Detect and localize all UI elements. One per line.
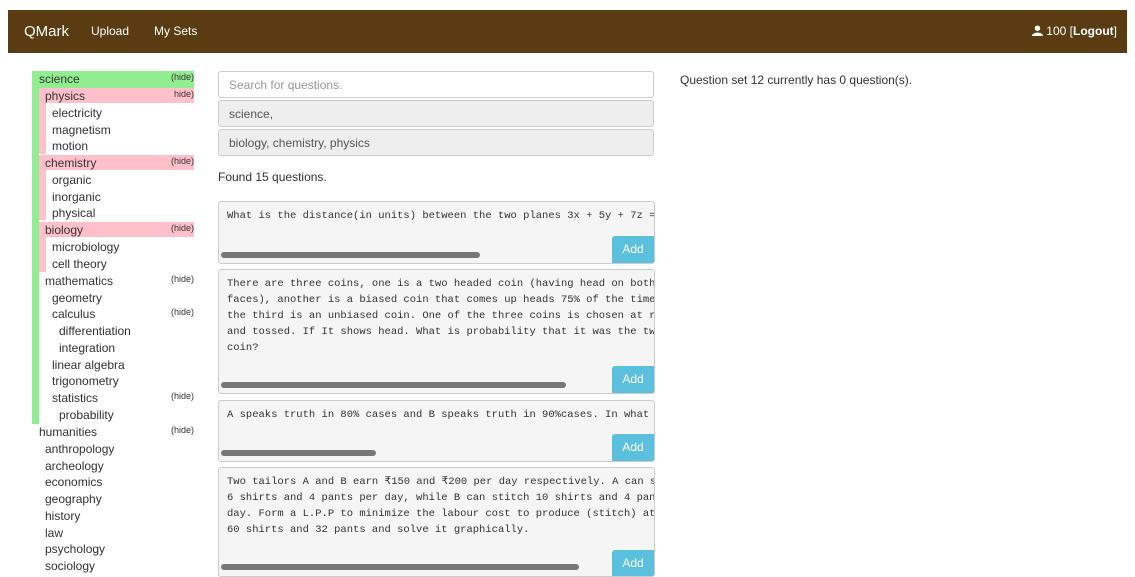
selected-tags-box[interactable]: science, <box>218 100 654 127</box>
tree-item-inorganic[interactable]: inorganic <box>52 189 101 206</box>
question-text: What is the distance(in units) between t… <box>227 210 655 222</box>
chemistry-left-bar <box>39 170 46 220</box>
hide-calculus-link[interactable]: (hide) <box>171 306 194 318</box>
tree-item-calculus[interactable]: calculus <box>52 306 95 323</box>
user-points: 100 <box>1046 24 1067 38</box>
add-question-button[interactable]: Add <box>612 434 654 461</box>
hide-mathematics-link[interactable]: (hide) <box>171 273 194 285</box>
user-icon <box>1032 25 1044 36</box>
tree-item-physical[interactable]: physical <box>52 205 95 222</box>
tree-item-biology[interactable]: biology <box>45 222 83 239</box>
hide-humanities-link[interactable]: (hide) <box>171 424 194 436</box>
user-area: 100 [Logout] <box>1032 24 1117 38</box>
tree-item-microbiology[interactable]: microbiology <box>52 239 119 256</box>
hide-chemistry-link[interactable]: (hide) <box>171 155 194 167</box>
add-question-button[interactable]: Add <box>612 236 654 263</box>
tree-item-physics[interactable]: physics <box>45 88 85 105</box>
tree-item-chemistry[interactable]: chemistry <box>45 155 96 172</box>
tree-item-probability[interactable]: probability <box>59 407 114 424</box>
question-text: There are three coins, one is a two head… <box>227 278 655 354</box>
add-question-button[interactable]: Add <box>612 550 654 576</box>
tree-item-magnetism[interactable]: magnetism <box>52 122 111 139</box>
logout-link[interactable]: Logout <box>1073 24 1114 38</box>
question-card: There are three coins, one is a two head… <box>218 269 655 394</box>
science-left-bar <box>32 88 39 424</box>
tree-item-economics[interactable]: economics <box>45 474 102 491</box>
tree-item-psychology[interactable]: psychology <box>45 541 105 558</box>
subtopic-tags-box[interactable]: biology, chemistry, physics <box>218 129 654 156</box>
tree-item-trigonometry[interactable]: trigonometry <box>52 373 119 390</box>
tree-item-mathematics[interactable]: mathematics <box>45 273 113 290</box>
hide-science-link[interactable]: (hide) <box>171 71 194 83</box>
tree-item-history[interactable]: history <box>45 508 80 525</box>
biology-left-bar <box>39 237 46 272</box>
tree-item-linear-algebra[interactable]: linear algebra <box>52 357 125 374</box>
hide-physics-link[interactable]: hide) <box>174 88 194 100</box>
tree-item-geography[interactable]: geography <box>45 491 102 508</box>
category-tree: science physics electricity magnetism mo… <box>0 0 200 573</box>
question-card: What is the distance(in units) between t… <box>218 201 655 264</box>
tree-item-anthropology[interactable]: anthropology <box>45 441 114 458</box>
tree-item-law[interactable]: law <box>45 525 63 542</box>
hide-statistics-link[interactable]: (hide) <box>171 390 194 402</box>
tree-item-humanities[interactable]: humanities <box>39 424 97 441</box>
question-text: Two tailors A and B earn ₹150 and ₹200 p… <box>227 476 655 536</box>
tree-item-motion[interactable]: motion <box>52 138 88 155</box>
question-set-info: Question set 12 currently has 0 question… <box>680 73 913 87</box>
logout-bracket-close: ] <box>1113 24 1117 38</box>
tree-item-geometry[interactable]: geometry <box>52 290 102 307</box>
tree-item-archeology[interactable]: archeology <box>45 458 104 475</box>
tree-item-statistics[interactable]: statistics <box>52 390 98 407</box>
results-count: Found 15 questions. <box>218 170 327 184</box>
question-card: A speaks truth in 80% cases and B speaks… <box>218 400 655 462</box>
question-card: Two tailors A and B earn ₹150 and ₹200 p… <box>218 467 655 577</box>
search-input[interactable] <box>218 71 654 98</box>
tree-item-differentiation[interactable]: differentiation <box>59 323 131 340</box>
question-scrollbar[interactable] <box>221 382 566 388</box>
tree-item-organic[interactable]: organic <box>52 172 91 189</box>
tree-item-electricity[interactable]: electricity <box>52 105 102 122</box>
physics-left-bar <box>39 103 46 154</box>
question-scrollbar[interactable] <box>221 450 376 456</box>
tree-item-cell-theory[interactable]: cell theory <box>52 256 107 273</box>
question-text: A speaks truth in 80% cases and B speaks… <box>227 409 650 421</box>
tree-item-sociology[interactable]: sociology <box>45 558 95 575</box>
question-scrollbar[interactable] <box>221 252 480 258</box>
tree-item-science[interactable]: science <box>39 71 80 88</box>
tree-item-integration[interactable]: integration <box>59 340 115 357</box>
hide-biology-link[interactable]: (hide) <box>171 222 194 234</box>
add-question-button[interactable]: Add <box>612 366 654 393</box>
